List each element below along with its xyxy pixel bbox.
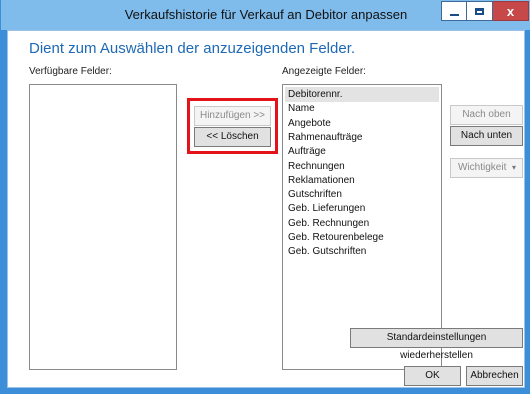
move-up-button[interactable]: Nach oben [450, 105, 523, 125]
list-item[interactable]: Angebote [285, 116, 331, 131]
list-item[interactable]: Gutschriften [285, 187, 342, 202]
available-fields-label: Verfügbare Felder: [29, 66, 112, 77]
title-bar[interactable]: Verkaufshistorie für Verkauf an Debitor … [1, 0, 530, 30]
close-icon: x [506, 3, 515, 19]
list-item[interactable]: Debitorennr. [285, 87, 439, 102]
list-item[interactable]: Rechnungen [285, 159, 345, 174]
close-button[interactable]: x [493, 1, 529, 21]
list-item[interactable]: Rahmenaufträge [285, 130, 363, 145]
importance-label: Wichtigkeit [458, 162, 507, 173]
available-fields-list[interactable] [29, 84, 177, 370]
move-down-button[interactable]: Nach unten [450, 126, 523, 146]
minimize-button[interactable] [441, 1, 467, 21]
maximize-button[interactable] [467, 1, 493, 21]
displayed-fields-label: Angezeigte Felder: [282, 66, 366, 77]
list-item[interactable]: Geb. Gutschriften [285, 244, 366, 259]
list-item[interactable]: Name [285, 101, 315, 116]
importance-dropdown[interactable]: Wichtigkeit ▾ [450, 158, 523, 178]
list-item[interactable]: Geb. Lieferungen [285, 201, 365, 216]
dialog-window: Verkaufshistorie für Verkauf an Debitor … [0, 0, 530, 394]
dialog-heading: Dient zum Auswählen der anzuzeigenden Fe… [29, 40, 356, 57]
minimize-icon [449, 13, 459, 16]
list-item[interactable]: Reklamationen [285, 173, 355, 188]
maximize-icon [475, 7, 484, 15]
reset-defaults-button[interactable]: Standardeinstellungen wiederherstellen [350, 328, 523, 361]
list-item[interactable]: Geb. Retourenbelege [285, 230, 384, 245]
list-item[interactable]: Aufträge [285, 144, 326, 159]
chevron-down-icon: ▾ [511, 163, 516, 172]
highlight-box [187, 98, 278, 154]
cancel-button[interactable]: Abbrechen [466, 366, 523, 386]
list-item[interactable]: Geb. Rechnungen [285, 216, 369, 231]
ok-button[interactable]: OK [404, 366, 461, 386]
